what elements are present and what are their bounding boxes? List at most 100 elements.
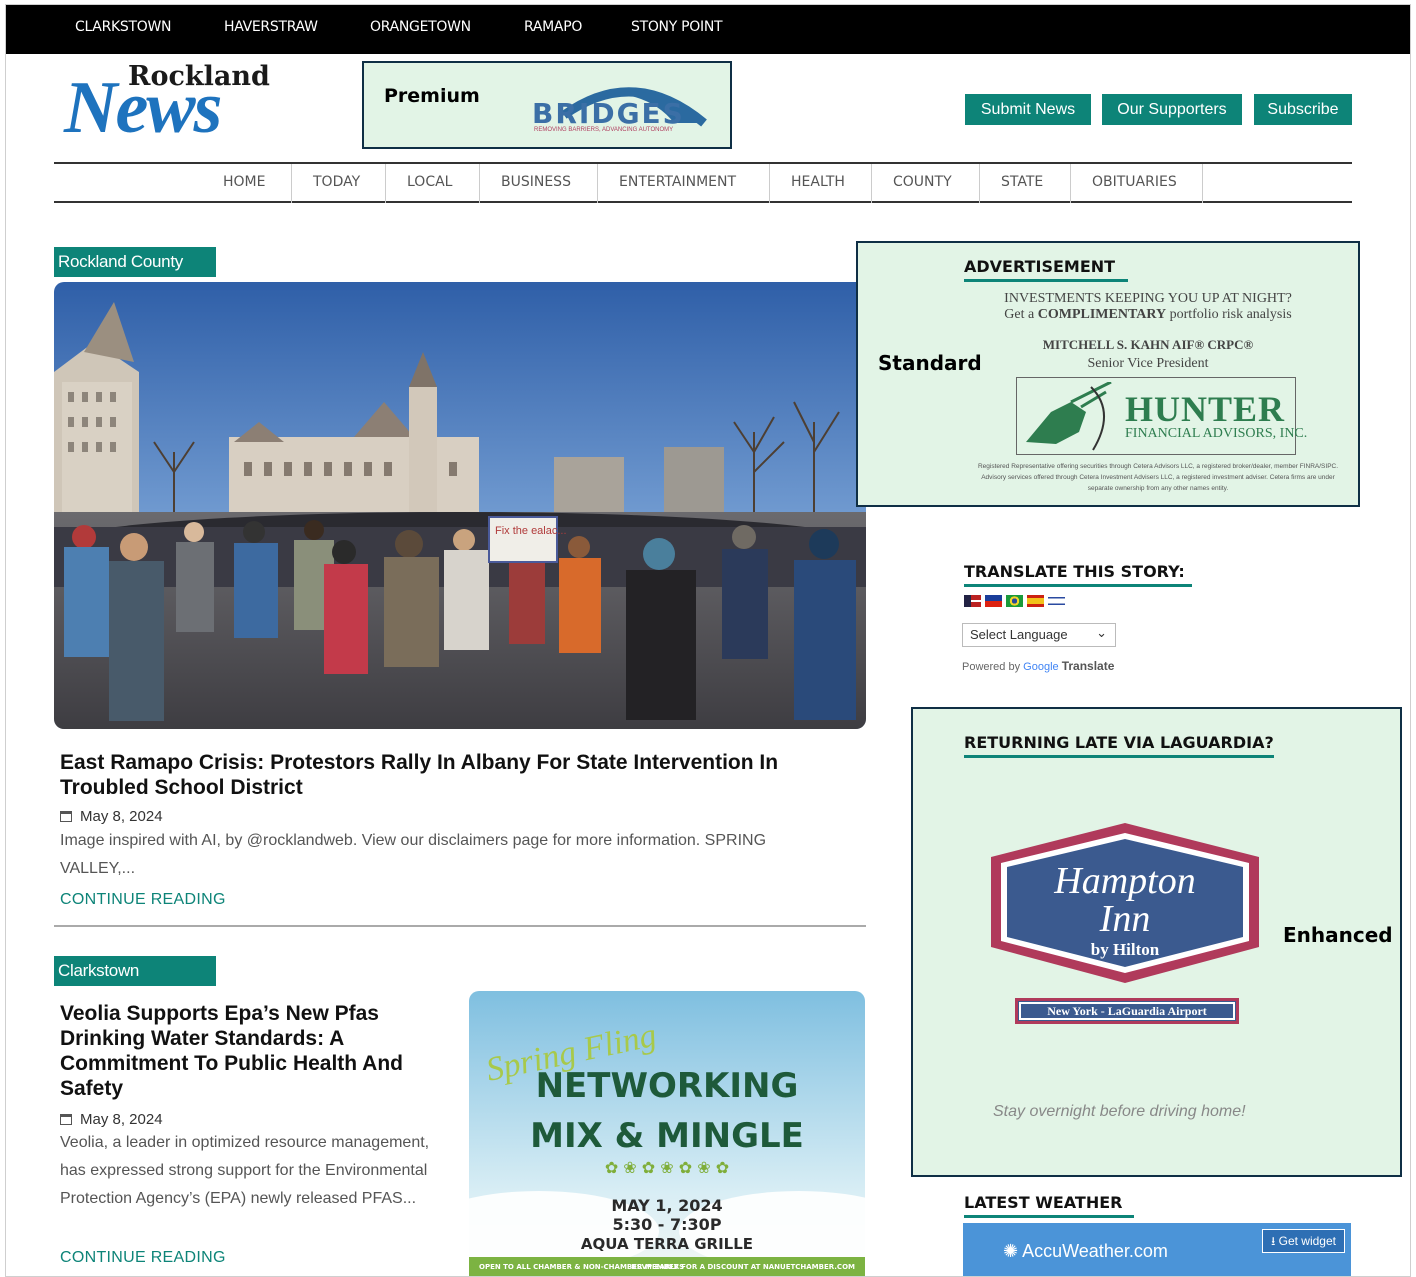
nav-business[interactable]: BUSINESS: [501, 174, 571, 190]
advisor-name: MITCHELL S. KAHN AIF® CRPC®: [1042, 337, 1254, 352]
premium-ad[interactable]: Premium BRIDGES REMOVING BARRIERS, ADVAN…: [362, 61, 732, 149]
standard-label: Standard: [878, 351, 982, 375]
get-widget-button[interactable]: ⭳ Get widget: [1262, 1229, 1345, 1253]
heading-underline: [964, 584, 1192, 587]
enhanced-label: Enhanced: [1283, 923, 1393, 947]
calendar-icon: [60, 1114, 72, 1125]
bridges-wordmark: BRIDGES: [532, 97, 685, 130]
top-nav-stony-point[interactable]: STONY POINT: [631, 19, 723, 35]
nav-local[interactable]: LOCAL: [407, 174, 452, 190]
language-select-value: Select Language: [970, 627, 1068, 642]
nav-divider: [979, 164, 980, 203]
article-title[interactable]: Veolia Supports Epa’s New Pfas Drinking …: [60, 1001, 440, 1101]
top-nav-clarkstown[interactable]: CLARKSTOWN: [75, 19, 171, 35]
top-nav-orangetown[interactable]: ORANGETOWN: [370, 19, 471, 35]
nav-divider: [291, 164, 292, 203]
bridges-tagline: REMOVING BARRIERS, ADVANCING AUTONOMY: [534, 127, 674, 133]
hampton-inn-logo: Hampton Inn by Hilton: [991, 823, 1259, 983]
israel-flag-icon[interactable]: [1048, 595, 1065, 607]
category-tag[interactable]: Clarkstown: [54, 956, 216, 986]
event-venue: AQUA TERRA GRILLE: [581, 1235, 753, 1253]
advisor-role: Senior Vice President: [1087, 356, 1209, 371]
nav-home[interactable]: HOME: [223, 174, 265, 190]
heading-underline: [964, 755, 1274, 758]
protest-sign-text: Fix the ealac...: [495, 525, 567, 537]
google-logo: Google: [1023, 661, 1059, 673]
chevron-down-icon: ⌄: [1096, 625, 1107, 640]
ad-line-2: Get a COMPLIMENTARY portfolio risk analy…: [1004, 307, 1292, 322]
nav-entertainment[interactable]: ENTERTAINMENT: [619, 174, 736, 190]
nav-health[interactable]: HEALTH: [791, 174, 845, 190]
bridges-logo: BRIDGES REMOVING BARRIERS, ADVANCING AUT…: [524, 75, 714, 135]
nav-divider: [1202, 164, 1203, 203]
main-nav: HOME TODAY LOCAL BUSINESS ENTERTAINMENT …: [54, 162, 1352, 203]
article-date-text: May 8, 2024: [80, 1111, 163, 1128]
top-nav-ramapo[interactable]: RAMAPO: [524, 19, 582, 35]
archer-icon: [1026, 382, 1112, 451]
nav-divider: [479, 164, 480, 203]
ad-disclaimer: Registered Representative offering secur…: [977, 463, 1339, 492]
article-hero-image[interactable]: Fix the ealac...: [54, 282, 866, 729]
submit-news-button[interactable]: Submit News: [965, 94, 1091, 125]
article-date: May 8, 2024: [60, 1111, 163, 1128]
weather-heading: LATEST WEATHER: [964, 1193, 1123, 1212]
article-date: May 8, 2024: [60, 808, 163, 825]
language-select[interactable]: Select Language ⌄: [962, 623, 1116, 647]
translate-link[interactable]: Translate: [1062, 659, 1115, 673]
spain-flag-icon[interactable]: [1027, 595, 1044, 607]
premium-label: Premium: [384, 85, 480, 107]
hunter-wordmark: HUNTER: [1125, 389, 1286, 429]
article-excerpt: Veolia, a leader in optimized resource m…: [60, 1134, 430, 1207]
advertisement-heading: ADVERTISEMENT: [964, 257, 1116, 276]
by-hilton-wordmark: by Hilton: [1091, 940, 1160, 959]
article-excerpt: Image inspired with AI, by @rocklandweb.…: [60, 832, 767, 877]
nav-today[interactable]: TODAY: [313, 174, 360, 190]
nav-divider: [1070, 164, 1071, 203]
enhanced-ad-heading: RETURNING LATE VIA LAGUARDIA?: [964, 733, 1274, 752]
category-tag[interactable]: Rockland County: [54, 247, 216, 277]
standard-ad[interactable]: ADVERTISEMENT Standard INVESTMENTS KEEPI…: [856, 241, 1360, 507]
hunter-logo: HUNTER FINANCIAL ADVISORS, INC.: [1016, 377, 1307, 455]
our-supporters-button[interactable]: Our Supporters: [1102, 94, 1242, 125]
continue-reading-link[interactable]: CONTINUE READING: [60, 891, 226, 909]
subscribe-button[interactable]: Subscribe: [1254, 94, 1352, 125]
download-icon: ⭳: [1271, 1234, 1276, 1248]
top-nav-bar: CLARKSTOWN HAVERSTRAW ORANGETOWN RAMAPO …: [6, 5, 1410, 54]
nav-obituaries[interactable]: OBITUARIES: [1092, 174, 1177, 190]
enhanced-ad[interactable]: RETURNING LATE VIA LAGUARDIA? Hampton In…: [911, 707, 1402, 1177]
us-flag-icon[interactable]: [964, 595, 981, 607]
hunter-subtitle: FINANCIAL ADVISORS, INC.: [1125, 426, 1308, 441]
site-logo[interactable]: Rockland News: [62, 61, 270, 149]
article-title[interactable]: East Ramapo Crisis: Protestors Rally In …: [60, 750, 820, 800]
continue-reading-link[interactable]: CONTINUE READING: [60, 1249, 226, 1267]
heading-underline: [964, 279, 1128, 282]
nav-divider: [871, 164, 872, 203]
footer-right-text: RSVP EARLY FOR A DISCOUNT AT NANUETCHAMB…: [631, 1263, 855, 1271]
page: CLARKSTOWN HAVERSTRAW ORANGETOWN RAMAPO …: [5, 4, 1411, 1277]
accuweather-logo: ✺ AccuWeather.com: [1003, 1241, 1168, 1261]
logo-news: News: [64, 67, 222, 149]
ad-line-1: INVESTMENTS KEEPING YOU UP AT NIGHT?: [1004, 291, 1292, 306]
translate-heading: TRANSLATE THIS STORY:: [964, 562, 1185, 581]
networking-event-image[interactable]: Spring Fling NETWORKING MIX & MINGLE ✿ ❀…: [469, 991, 865, 1276]
nav-divider: [385, 164, 386, 203]
top-nav-haverstraw[interactable]: HAVERSTRAW: [224, 19, 318, 35]
article-date-text: May 8, 2024: [80, 808, 163, 825]
mix-mingle-title: MIX & MINGLE: [530, 1116, 804, 1156]
hampton-location-banner: New York - LaGuardia Airport: [1015, 998, 1239, 1024]
nav-divider: [597, 164, 598, 203]
floral-divider-icon: ✿ ❀ ✿ ❀ ✿ ❀ ✿: [605, 1158, 729, 1177]
nav-state[interactable]: STATE: [1001, 174, 1043, 190]
hampton-wordmark: Hampton: [1053, 860, 1195, 902]
brazil-flag-icon[interactable]: [1006, 595, 1023, 607]
nav-county[interactable]: COUNTY: [893, 174, 952, 190]
hampton-tagline: Stay overnight before driving home!: [993, 1103, 1246, 1120]
event-date: MAY 1, 2024: [611, 1196, 722, 1215]
flag-row: [964, 594, 1069, 612]
article-divider: [54, 925, 866, 927]
sun-icon: ✺: [1003, 1241, 1019, 1261]
haiti-flag-icon[interactable]: [985, 595, 1002, 607]
accuweather-widget[interactable]: ✺ AccuWeather.com ⭳ Get widget: [963, 1223, 1351, 1276]
event-time: 5:30 - 7:30P: [612, 1215, 721, 1234]
calendar-icon: [60, 811, 72, 822]
